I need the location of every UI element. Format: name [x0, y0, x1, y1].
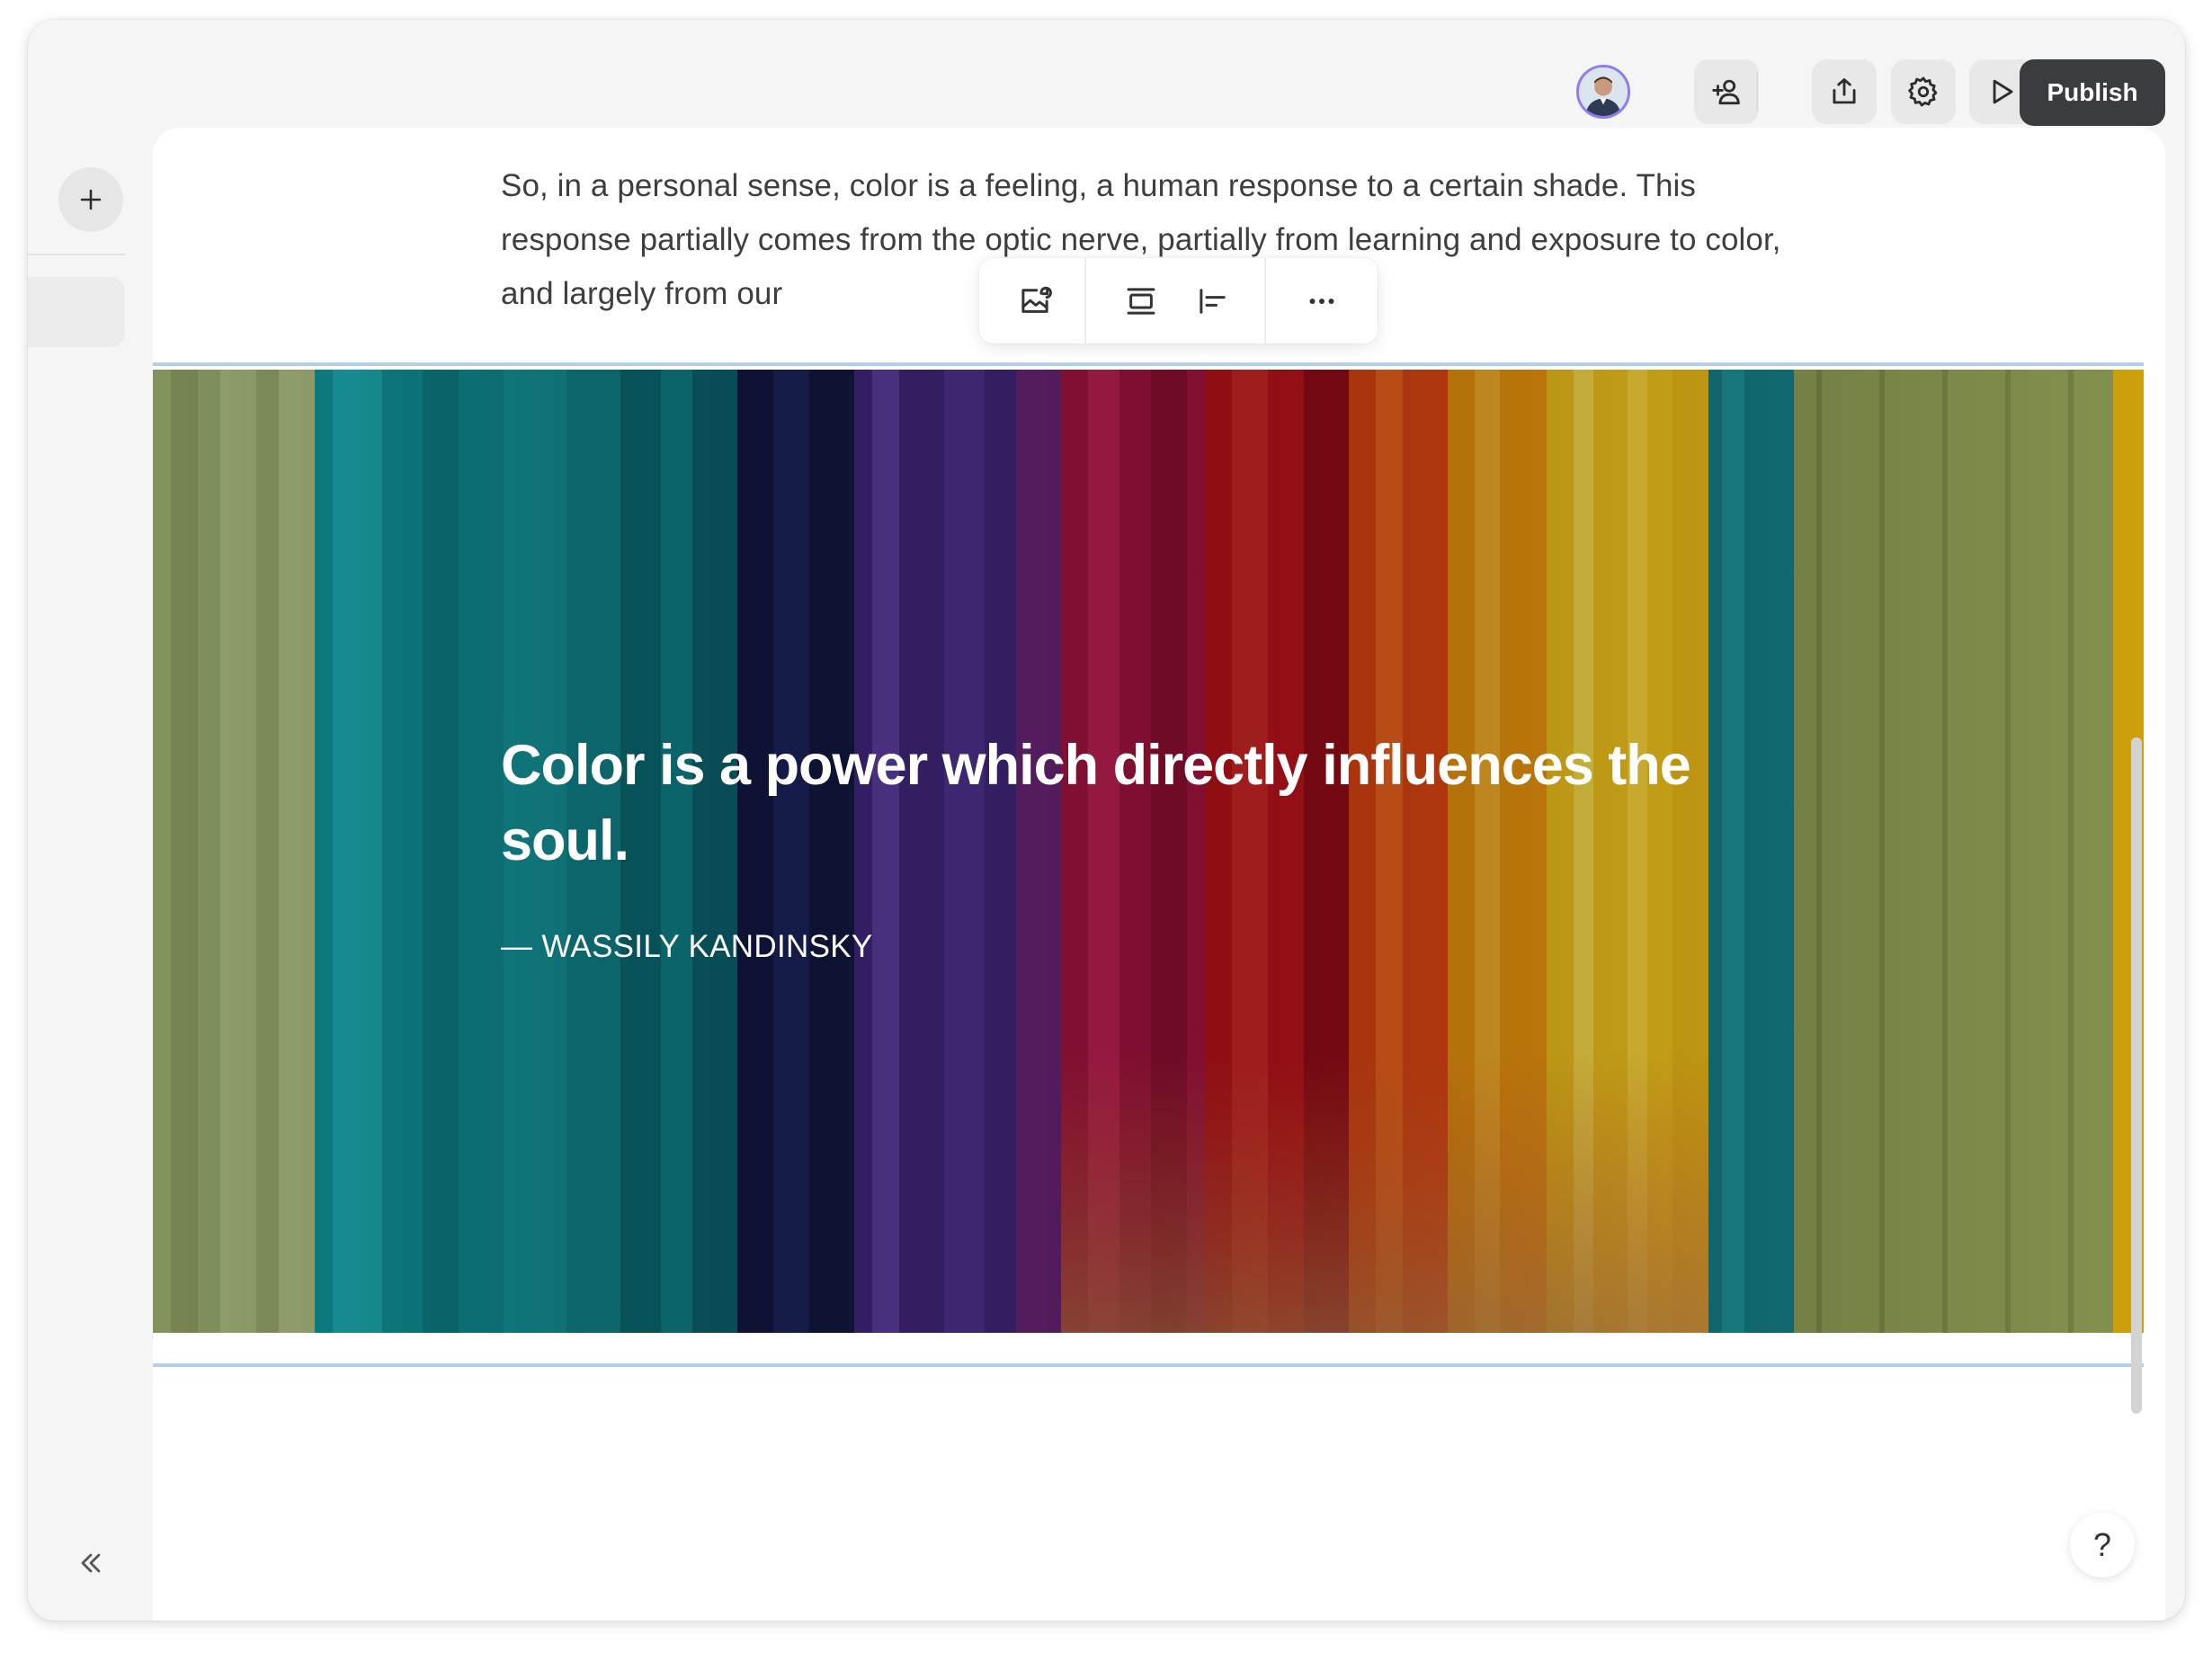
- publish-button[interactable]: Publish: [2020, 59, 2165, 126]
- quote-image-block[interactable]: Color is a power which directly influenc…: [153, 370, 2144, 1333]
- play-icon: [1993, 79, 2013, 104]
- double-chevron-left-icon: [81, 1553, 101, 1573]
- full-width-layout-button[interactable]: [1113, 273, 1169, 329]
- share-button[interactable]: [1812, 59, 1877, 124]
- help-button[interactable]: ?: [2070, 1513, 2135, 1577]
- collapse-sidebar-button[interactable]: [64, 1536, 118, 1590]
- quote-text[interactable]: Color is a power which directly influenc…: [501, 728, 1832, 879]
- block-toolbar: [979, 258, 1378, 344]
- share-upload-icon: [1833, 78, 1856, 104]
- vertical-scrollbar[interactable]: [2131, 737, 2142, 1414]
- user-avatar[interactable]: [1576, 65, 1630, 119]
- sidebar-item-selected[interactable]: [28, 277, 125, 347]
- replace-image-button[interactable]: [1007, 273, 1063, 329]
- toolbar-divider: [1756, 72, 1758, 112]
- align-left-layout-button[interactable]: [1185, 273, 1241, 329]
- left-sidebar: [28, 126, 153, 1621]
- add-user-icon: [1712, 79, 1740, 105]
- invite-user-button[interactable]: [1694, 59, 1759, 124]
- toolbar-separator: [1264, 258, 1266, 344]
- app-window: Publish So, in a personal sense, color i…: [28, 20, 2185, 1621]
- gear-icon: [1908, 76, 1938, 107]
- add-block-button[interactable]: [58, 167, 123, 232]
- align-left-layout-icon: [1200, 289, 1226, 314]
- replace-image-icon: [1021, 286, 1052, 313]
- plus-icon: [80, 189, 102, 210]
- avatar-image: [1579, 67, 1628, 116]
- settings-button[interactable]: [1891, 59, 1956, 124]
- quote-author[interactable]: — WASSILY KANDINSKY: [501, 929, 873, 965]
- full-width-layout-icon: [1127, 288, 1155, 315]
- editor-canvas[interactable]: So, in a personal sense, color is a feel…: [153, 128, 2165, 1621]
- block-selection-top: [153, 362, 2144, 366]
- toolbar-separator: [1084, 258, 1086, 344]
- more-options-icon: [1309, 299, 1334, 304]
- top-toolbar: Publish: [28, 20, 2185, 126]
- more-options-button[interactable]: [1294, 273, 1350, 329]
- sidebar-divider: [28, 254, 125, 255]
- block-selection-bottom: [153, 1363, 2144, 1367]
